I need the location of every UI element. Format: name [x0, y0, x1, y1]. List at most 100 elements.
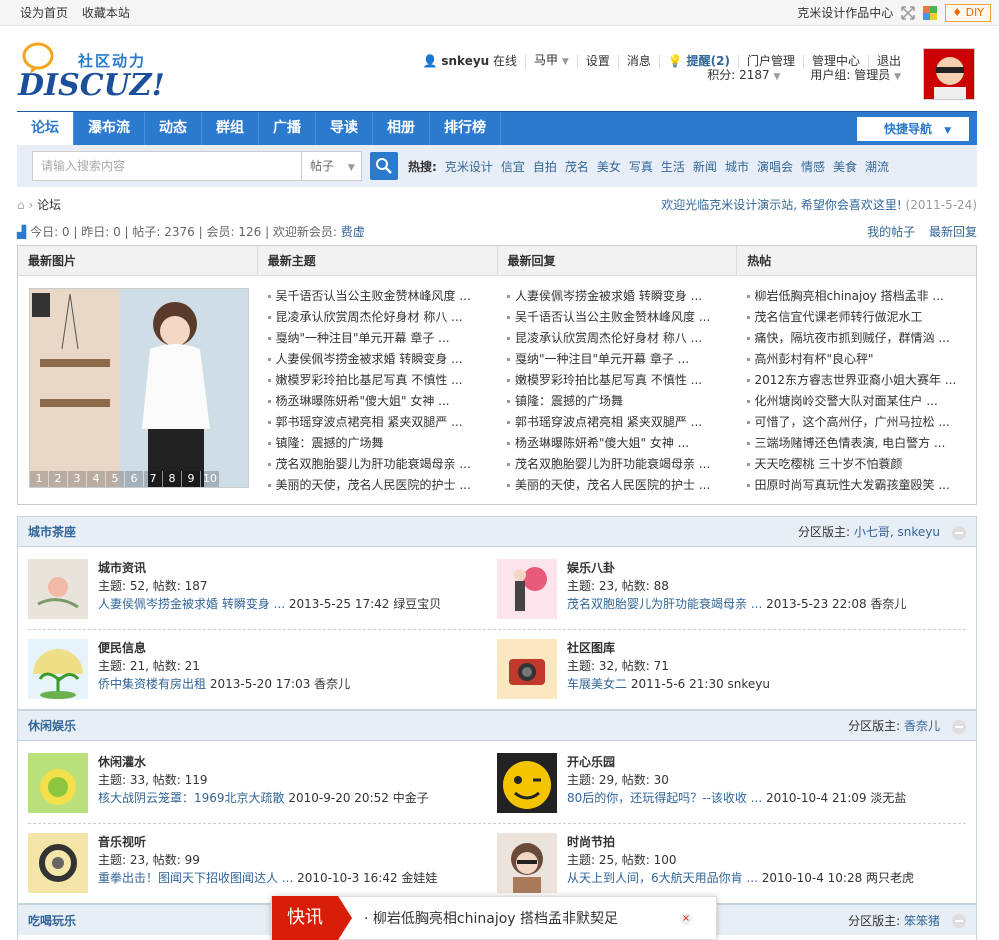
site-link[interactable]: 克米设计作品中心 [797, 4, 893, 21]
fullscreen-icon[interactable] [901, 5, 915, 20]
set-home-link[interactable]: 设为首页 [20, 6, 68, 20]
list-item[interactable]: 吴千语否认当公主败金赞林峰风度 ... [505, 307, 729, 328]
nav-groups[interactable]: 群组 [202, 112, 259, 145]
list-item[interactable]: 茂名双胞胎婴儿为肝功能衰竭母亲 ... [505, 454, 729, 475]
section-title[interactable]: 休闲娱乐 [28, 717, 76, 734]
page-dot[interactable]: 10 [201, 471, 220, 487]
hot-keyword[interactable]: 信宜 [501, 158, 525, 175]
forum-thumb[interactable] [497, 559, 557, 619]
forum-thumb[interactable] [497, 639, 557, 699]
remind-link[interactable]: 💡 提醒(2) [658, 55, 738, 68]
nav-forum[interactable]: 论坛 [17, 112, 74, 145]
forum-thumb[interactable] [497, 833, 557, 893]
list-item[interactable]: 嫩模罗彩玲拍比基尼写真 不慎性 ... [505, 370, 729, 391]
page-dot[interactable]: 4 [87, 471, 106, 487]
search-button[interactable] [370, 152, 398, 180]
forum-thumb[interactable] [28, 639, 88, 699]
last-post-link[interactable]: 重拳出击！图闻天下招收图闻达人 ... [98, 871, 293, 885]
collapse-icon[interactable] [952, 719, 966, 734]
last-post-link[interactable]: 人妻侯佩岑捞金被求婚 转瞬变身 ... [98, 597, 285, 611]
hot-keyword[interactable]: 美食 [833, 158, 857, 175]
forum-name[interactable]: 时尚节拍 [567, 833, 615, 851]
list-item[interactable]: 三端场赌博还色情表演, 电白警方 ... [745, 433, 969, 454]
moderator-links[interactable]: 笨笨猪 [904, 914, 940, 928]
list-item[interactable]: 昆凌承认欣赏周杰伦好身材 称八 ... [266, 307, 490, 328]
moderator-links[interactable]: 香奈儿 [904, 719, 940, 733]
messages-link[interactable]: 消息 [617, 55, 659, 68]
page-dot[interactable]: 5 [106, 471, 125, 487]
list-item[interactable]: 美丽的天使，茂名人民医院的护士 ... [505, 475, 729, 496]
hot-keyword[interactable]: 演唱会 [757, 158, 793, 175]
admin-center-link[interactable]: 管理中心 [802, 55, 868, 68]
usergroup-menu[interactable]: 用户组: 管理员 ▼ [802, 69, 909, 84]
settings-link[interactable]: 设置 [576, 55, 618, 68]
nav-guide[interactable]: 导读 [316, 112, 373, 145]
forum-name[interactable]: 社区图库 [567, 639, 615, 657]
page-dot[interactable]: 6 [125, 471, 144, 487]
home-icon[interactable]: ⌂ [17, 198, 25, 212]
hot-keyword[interactable]: 情感 [801, 158, 825, 175]
list-item[interactable]: 杨丞琳曝陈妍希"傻大姐" 女神 ... [266, 391, 490, 412]
collapse-icon[interactable] [952, 914, 966, 928]
nav-ranking[interactable]: 排行榜 [430, 112, 501, 145]
list-item[interactable]: 可惜了，这个高州仔，广州马拉松 ... [745, 412, 969, 433]
list-item[interactable]: 痛快，隔坑夜市抓到贼仔，群情汹 ... [745, 328, 969, 349]
forum-thumb[interactable] [28, 833, 88, 893]
hot-keyword[interactable]: 城市 [725, 158, 749, 175]
moderator-links[interactable]: 小七哥, snkeyu [854, 525, 940, 539]
forum-name[interactable]: 便民信息 [98, 639, 146, 657]
forum-thumb[interactable] [28, 559, 88, 619]
logout-link[interactable]: 退出 [867, 55, 909, 68]
list-item[interactable]: 郭书瑶穿波点裙亮相 紧夹双腿严 ... [505, 412, 729, 433]
diy-button[interactable]: ♦ DIY [945, 3, 991, 22]
list-item[interactable]: 镇隆：震撼的广场舞 [505, 391, 729, 412]
section-title[interactable]: 城市茶座 [28, 523, 76, 540]
forum-name[interactable]: 休闲灌水 [98, 753, 146, 771]
forum-thumb[interactable] [28, 753, 88, 813]
points-menu[interactable]: 积分: 2187 ▼ [699, 69, 788, 84]
nav-broadcast[interactable]: 广播 [259, 112, 316, 145]
list-item[interactable]: 人妻侯佩岑捞金被求婚 转瞬变身 ... [505, 286, 729, 307]
portal-admin-link[interactable]: 门户管理 [737, 55, 803, 68]
forum-name[interactable]: 开心乐园 [567, 753, 615, 771]
last-post-link[interactable]: 侨中集资楼有房出租 [98, 677, 206, 691]
nav-waterfall[interactable]: 瀑布流 [74, 112, 145, 145]
horse-menu[interactable]: 马甲 ▼ [525, 54, 577, 69]
hot-keyword[interactable]: 新闻 [693, 158, 717, 175]
page-dot[interactable]: 9 [182, 471, 201, 487]
list-item[interactable]: 杨丞琳曝陈妍希"傻大姐" 女神 ... [505, 433, 729, 454]
list-item[interactable]: 柳岩低胸亮相chinajoy 搭档孟非 ... [745, 286, 969, 307]
hot-keyword[interactable]: 潮流 [865, 158, 889, 175]
forum-name[interactable]: 娱乐八卦 [567, 559, 615, 577]
last-post-link[interactable]: 茂名双胞胎婴儿为肝功能衰竭母亲 ... [567, 597, 762, 611]
section-title[interactable]: 吃喝玩乐 [28, 912, 76, 929]
last-post-link[interactable]: 车展美女二 [567, 677, 627, 691]
discuz-logo[interactable]: 社区动力 DISCUZ! [18, 38, 168, 108]
quick-nav-button[interactable]: 快捷导航 ▼ [857, 117, 969, 141]
list-item[interactable]: 昆凌承认欣赏周杰伦好身材 称八 ... [505, 328, 729, 349]
collapse-icon[interactable] [952, 525, 966, 540]
nav-album[interactable]: 相册 [373, 112, 430, 145]
new-member-link[interactable]: 费虚 [341, 225, 365, 239]
page-dot[interactable]: 8 [163, 471, 182, 487]
list-item[interactable]: 美丽的天使，茂名人民医院的护士 ... [266, 475, 490, 496]
list-item[interactable]: 天天吃樱桃 三十岁不怕蓑颜 [745, 454, 969, 475]
page-dot[interactable]: 2 [49, 471, 68, 487]
last-post-link[interactable]: 从天上到人间，6大航天用品你肯 ... [567, 871, 758, 885]
hot-keyword[interactable]: 写真 [629, 158, 653, 175]
bookmark-link[interactable]: 收藏本站 [82, 6, 130, 20]
close-icon[interactable]: × [680, 913, 692, 925]
search-type-select[interactable]: 帖子 ▼ [302, 151, 362, 181]
list-item[interactable]: 戛纳"一种注目"单元开幕 章子 ... [505, 349, 729, 370]
forum-name[interactable]: 城市资讯 [98, 559, 146, 577]
hot-keyword[interactable]: 生活 [661, 158, 685, 175]
list-item[interactable]: 嫩模罗彩玲拍比基尼写真 不慎性 ... [266, 370, 490, 391]
my-posts-link[interactable]: 我的帖子 [867, 225, 915, 239]
nav-feed[interactable]: 动态 [145, 112, 202, 145]
list-item[interactable]: 人妻侯佩岑捞金被求婚 转瞬变身 ... [266, 349, 490, 370]
list-item[interactable]: 镇隆：震撼的广场舞 [266, 433, 490, 454]
user-name-group[interactable]: 👤 snkeyu 在线 [415, 55, 525, 68]
list-item[interactable]: 高州彭村有杯"良心秤" [745, 349, 969, 370]
theme-icon[interactable] [923, 5, 938, 20]
page-dot[interactable]: 7 [144, 471, 163, 487]
